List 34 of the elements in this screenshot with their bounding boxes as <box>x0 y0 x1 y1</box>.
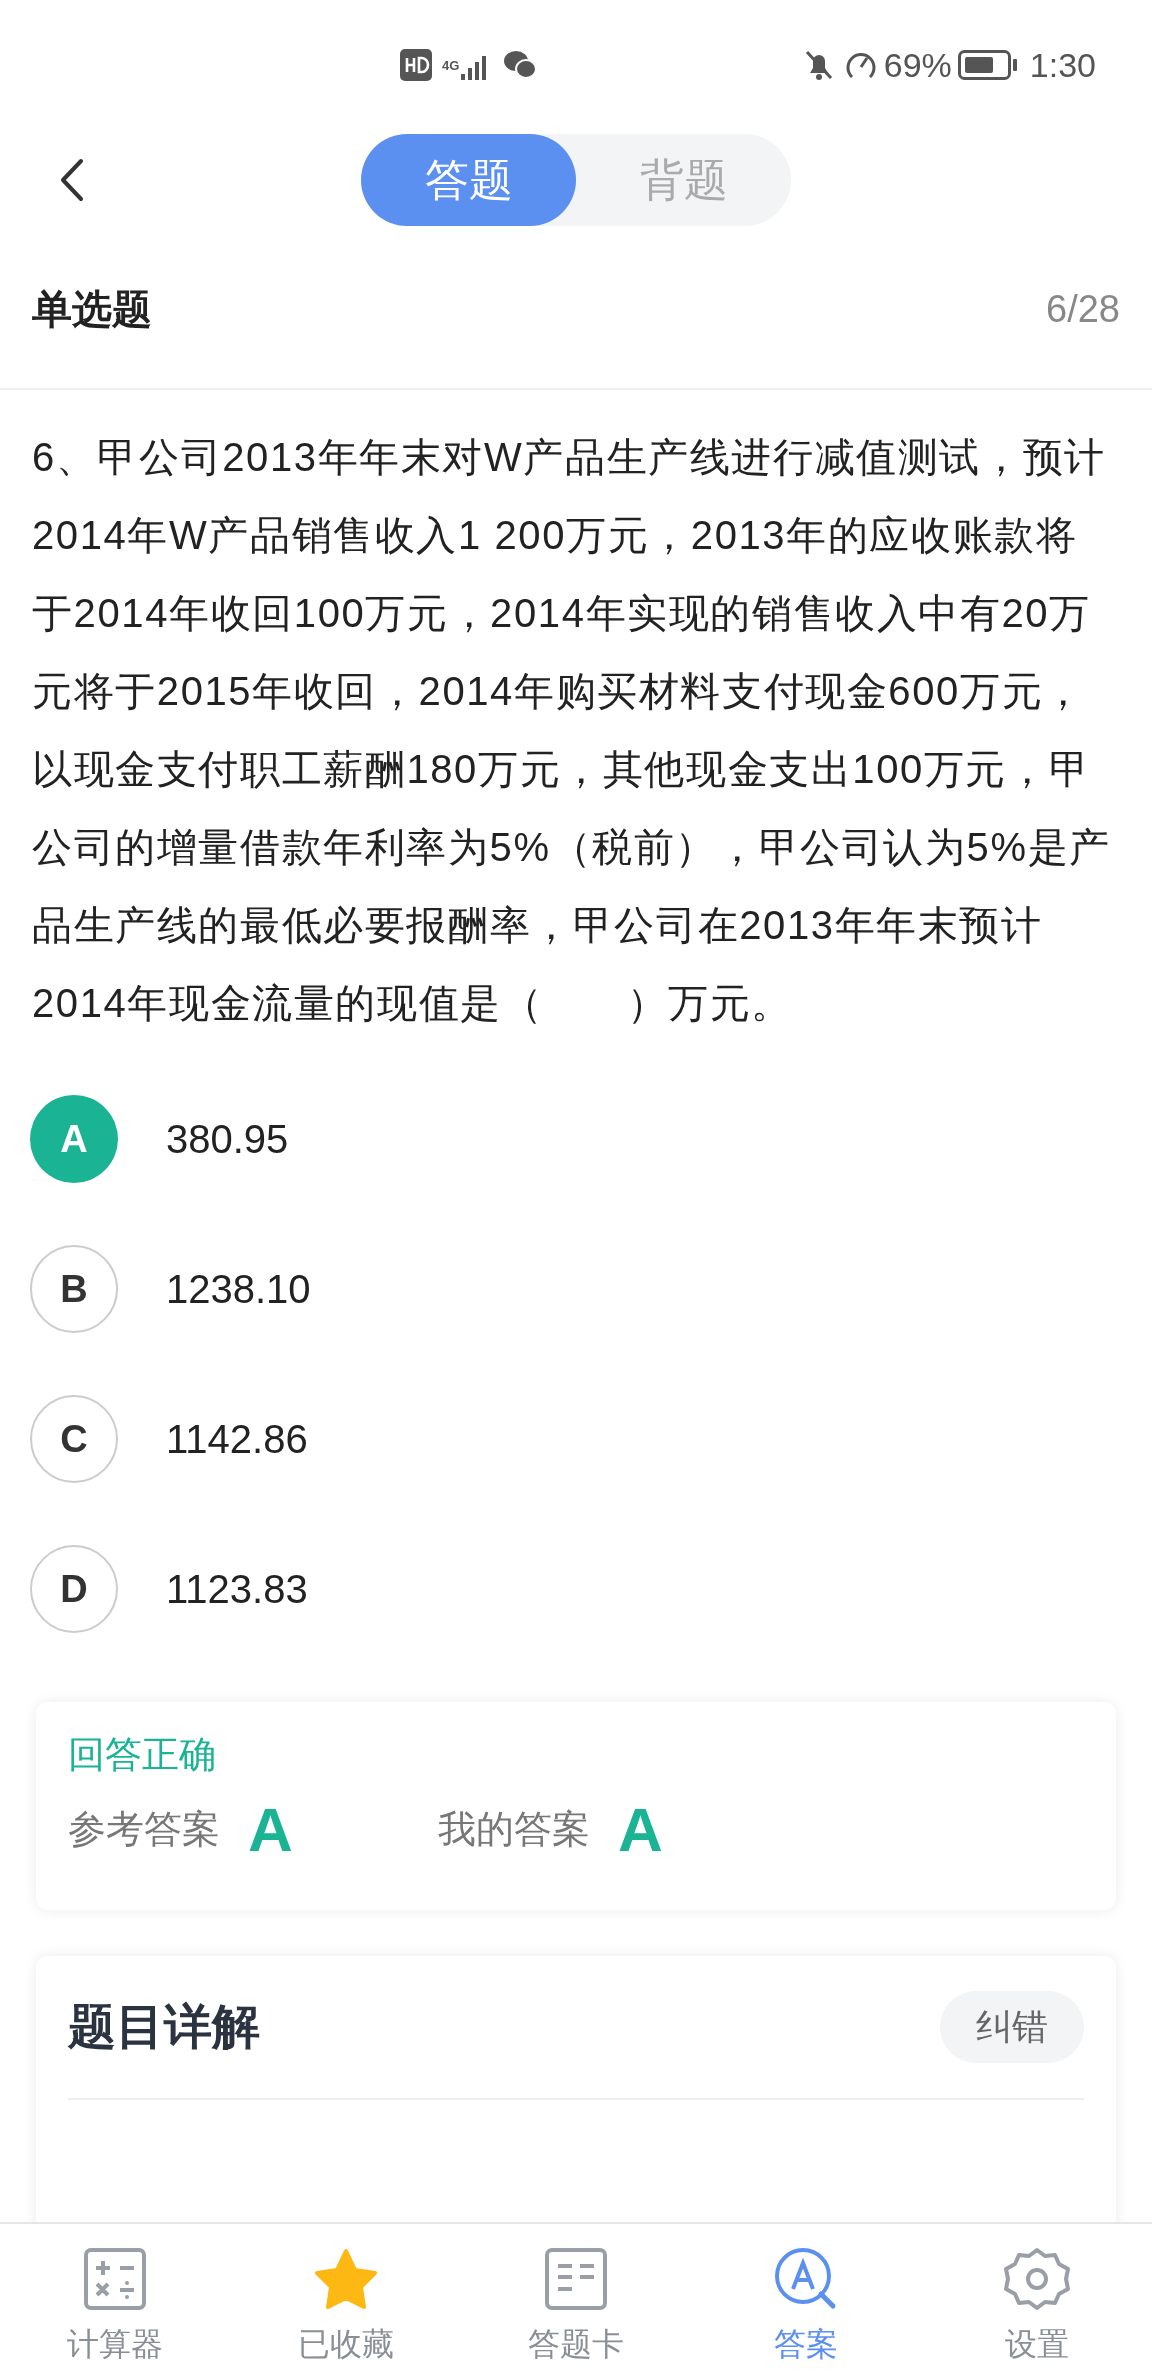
reference-answer-label: 参考答案 <box>68 1806 220 1852</box>
nav-tab[interactable]: 答案 <box>691 2224 922 2376</box>
calculator-icon <box>84 2248 147 2310</box>
hd-icon <box>400 49 432 81</box>
option-letter[interactable]: A <box>30 1095 118 1183</box>
network-type: 4G <box>442 58 460 72</box>
result-text: 回答正确 <box>68 1733 217 1777</box>
battery-icon <box>957 50 1018 80</box>
nav-tab[interactable]: 计算器 <box>0 2224 231 2376</box>
option-letter[interactable]: B <box>30 1245 118 1333</box>
nav-tab[interactable]: 设置 <box>921 2224 1152 2376</box>
settings-icon <box>1003 2247 1070 2311</box>
mode-tab[interactable]: 答题 <box>361 134 576 226</box>
chat-icon <box>503 50 538 80</box>
option-text[interactable]: 380.95 <box>166 1109 289 1169</box>
answer-sheet-icon <box>545 2248 607 2310</box>
my-answer-label: 我的答案 <box>438 1806 590 1852</box>
bell-off-icon <box>803 49 834 81</box>
clock-time: 1:30 <box>1029 44 1096 86</box>
my-answer: A <box>618 1793 663 1866</box>
option-text[interactable]: 1123.83 <box>166 1559 308 1619</box>
option-letter[interactable]: D <box>30 1545 118 1633</box>
nav-tab[interactable]: 已收藏 <box>230 2224 461 2376</box>
explanation-title: 题目详解 <box>68 1999 260 2055</box>
question-text: 6、甲公司2013年年末对W产品生产线进行减值测试，预计2014年W产品销售收入1 200万元，2013年的应收账款将于2014年收回100万元，2014年实现的销售收入中有20万元将于2015年收回，2014年购买材料支付现金600万元，以现金支付职工薪酬180万元，其他现金支出100万元，甲公司的增量借款年利率为5%（税前），甲公司认为5%是产品生产线的最低必要报酬率，甲公司在2013年年末预计2014年现金流量的现值是（ ）万元。 <box>31 434 1112 1027</box>
battery-percent: 69% <box>883 44 952 86</box>
report-error-button[interactable]: 纠错 <box>940 1991 1084 2063</box>
option-text[interactable]: 1142.86 <box>166 1409 308 1469</box>
option-letter[interactable]: C <box>30 1395 118 1483</box>
option-text[interactable]: 1238.10 <box>166 1259 311 1319</box>
nav-tab[interactable]: 答题卡 <box>460 2224 692 2376</box>
question-type: 单选题 <box>32 286 152 333</box>
star-icon <box>313 2248 378 2310</box>
reference-answer: A <box>248 1793 294 1866</box>
